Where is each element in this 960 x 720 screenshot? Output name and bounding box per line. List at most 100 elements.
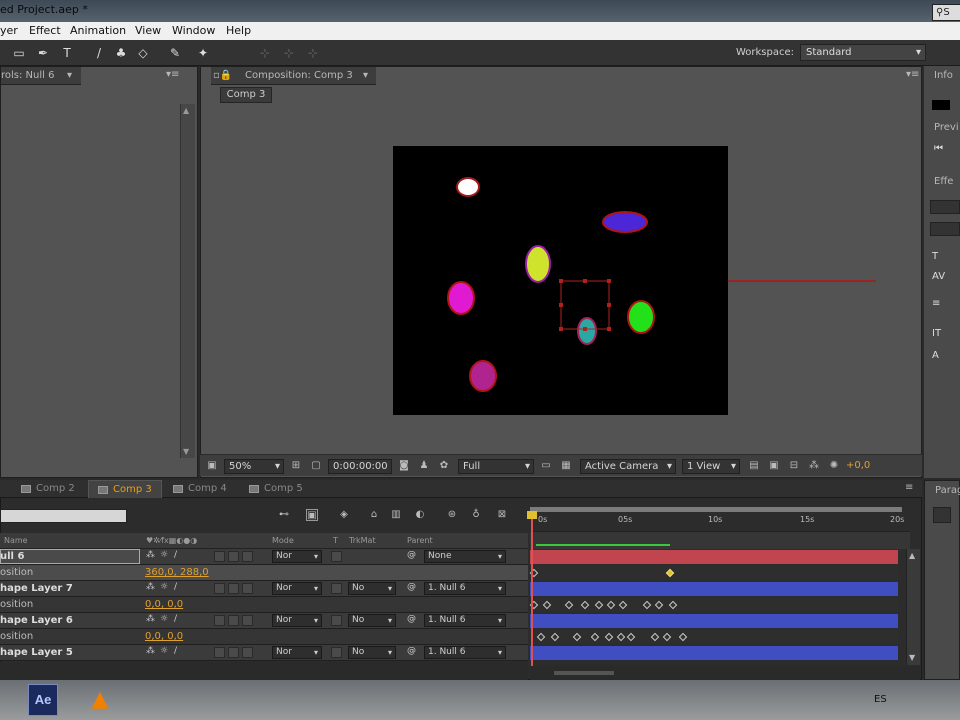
magenta-ellipse-shape[interactable] xyxy=(447,281,475,315)
preserve-transparency-box[interactable] xyxy=(331,647,342,658)
font-style-field[interactable] xyxy=(930,222,960,236)
roto-brush-tool-icon[interactable]: ✎ xyxy=(166,44,184,62)
live-update-icon[interactable]: ▣ xyxy=(306,509,318,521)
flowchart-icon[interactable]: ⁂ xyxy=(808,460,820,472)
fast-previews-icon[interactable]: ▣ xyxy=(768,460,780,472)
panel-menu-icon[interactable]: ▾≡ xyxy=(906,69,919,80)
shape-layer-6-bar[interactable] xyxy=(530,614,898,628)
comp-mini-flowchart-icon[interactable]: ⊷ xyxy=(274,509,294,521)
shape-layer-7-bar[interactable] xyxy=(530,582,898,596)
effect-controls-tab[interactable]: rols: Null 6 ▾ xyxy=(1,67,81,85)
switch-box[interactable] xyxy=(228,583,239,594)
tab-comp-2[interactable]: Comp 2 xyxy=(12,480,86,498)
comp-breadcrumb[interactable]: Comp 3 xyxy=(220,87,272,103)
transparency-grid-icon[interactable]: ▦ xyxy=(560,460,572,472)
shy-switch-icon[interactable]: ⁂ xyxy=(146,646,155,656)
effects-presets-tab[interactable]: Effe xyxy=(934,176,953,187)
hide-icon[interactable]: ⊠ xyxy=(496,509,508,521)
shy-switch-icon[interactable]: ⁂ xyxy=(146,614,155,624)
draft-3d-icon[interactable]: ◈ xyxy=(338,509,350,521)
timeline-scrollbar[interactable]: ▲ ▼ xyxy=(906,549,920,665)
collapse-switch-icon[interactable]: ☼ xyxy=(160,646,168,656)
menu-layer[interactable]: yer xyxy=(0,24,18,37)
quality-switch-icon[interactable]: / xyxy=(174,550,177,560)
pick-whip-icon[interactable]: @ xyxy=(407,646,416,656)
menu-view[interactable]: View xyxy=(135,24,161,37)
switch-box[interactable] xyxy=(242,647,253,658)
brush-tool-icon[interactable]: / xyxy=(90,44,108,62)
column-mode[interactable]: Mode xyxy=(272,536,294,545)
tab-comp-4[interactable]: Comp 4 xyxy=(164,480,238,498)
parent-select[interactable]: None ▾ xyxy=(424,550,506,563)
scroll-down-icon[interactable]: ▼ xyxy=(183,447,189,456)
property-value[interactable]: 360,0, 288,0 xyxy=(145,567,209,578)
playhead-handle[interactable] xyxy=(527,511,537,519)
pick-whip-icon[interactable]: @ xyxy=(407,614,416,624)
camera-view-select[interactable]: Active Camera ▾ xyxy=(580,459,676,474)
current-time-indicator[interactable] xyxy=(527,511,537,670)
switch-box[interactable] xyxy=(228,551,239,562)
menu-help[interactable]: Help xyxy=(226,24,251,37)
green-ellipse-shape[interactable] xyxy=(627,300,655,334)
text-tool-icon[interactable]: T xyxy=(58,44,76,62)
layer-row-shape-layer-5[interactable]: hape Layer 5 ⁂ ☼ / Nor ▾ No ▾ @ 1. Null 6 ▾ xyxy=(0,645,528,661)
view-layout-select[interactable]: 1 View ▾ xyxy=(682,459,740,474)
column-parent[interactable]: Parent xyxy=(407,536,433,545)
region-of-interest-icon[interactable]: ▭ xyxy=(540,460,552,472)
current-time-field[interactable]: 0:00:00:00 xyxy=(328,459,392,474)
shape-layer-5-bar[interactable] xyxy=(530,646,898,660)
shy-switch-icon[interactable]: ⁂ xyxy=(146,550,155,560)
purple-ellipse-shape[interactable] xyxy=(469,360,497,392)
trkmat-select[interactable]: No ▾ xyxy=(348,614,396,627)
property-row-position[interactable]: osition 0,0, 0,0 xyxy=(0,597,528,613)
column-t[interactable]: T xyxy=(333,536,338,545)
pen-tool-icon[interactable]: ✒ xyxy=(34,44,52,62)
quality-switch-icon[interactable]: / xyxy=(174,646,177,656)
info-tab[interactable]: Info xyxy=(934,70,953,81)
switch-box[interactable] xyxy=(214,583,225,594)
switch-box[interactable] xyxy=(214,647,225,658)
grid-overlay-icon[interactable]: ⊞ xyxy=(290,460,302,472)
layer-row-shape-layer-6[interactable]: hape Layer 6 ⁂ ☼ / Nor ▾ No ▾ @ 1. Null 6 ▾ xyxy=(0,613,528,629)
collapse-switch-icon[interactable]: ☼ xyxy=(160,582,168,592)
quality-switch-icon[interactable]: / xyxy=(174,614,177,624)
switch-box[interactable] xyxy=(214,551,225,562)
timeline-icon[interactable]: ⊟ xyxy=(788,460,800,472)
mode-select[interactable]: Nor ▾ xyxy=(272,646,322,659)
menu-window[interactable]: Window xyxy=(172,24,215,37)
layer-row-null-6[interactable]: ull 6 ⁂ ☼ / Nor ▾ @ None ▾ xyxy=(0,549,528,565)
scroll-down-icon[interactable]: ▼ xyxy=(909,653,918,663)
language-indicator[interactable]: ES xyxy=(874,694,887,705)
scroll-up-icon[interactable]: ▲ xyxy=(183,106,189,115)
property-row-position[interactable]: osition 0,0, 0,0 xyxy=(0,629,528,645)
parent-select[interactable]: 1. Null 6 ▾ xyxy=(424,614,506,627)
preserve-transparency-box[interactable] xyxy=(331,583,342,594)
composition-canvas[interactable] xyxy=(393,146,728,415)
workspace-select[interactable]: Standard ▾ xyxy=(800,44,926,61)
tab-comp-5[interactable]: Comp 5 xyxy=(240,480,314,498)
parent-select[interactable]: 1. Null 6 ▾ xyxy=(424,582,506,595)
menu-effect[interactable]: Effect xyxy=(29,24,61,37)
switch-box[interactable] xyxy=(228,615,239,626)
clone-stamp-tool-icon[interactable]: ♣ xyxy=(112,44,130,62)
always-preview-icon[interactable]: ▣ xyxy=(206,460,218,472)
vlc-cone-icon[interactable]: ▲ xyxy=(84,684,116,716)
switch-box[interactable] xyxy=(242,583,253,594)
pick-whip-icon[interactable]: @ xyxy=(407,582,416,592)
trkmat-select[interactable]: No ▾ xyxy=(348,646,396,659)
resolution-select[interactable]: Full ▾ xyxy=(458,459,534,474)
preserve-transparency-box[interactable] xyxy=(331,615,342,626)
exposure-icon[interactable]: ✺ xyxy=(828,460,840,472)
motion-blur-icon[interactable]: ◐ xyxy=(414,509,426,521)
align-left-icon[interactable] xyxy=(933,507,951,523)
tab-comp-3[interactable]: Comp 3 xyxy=(88,480,162,498)
graph-editor-icon[interactable]: ⊛ xyxy=(446,509,458,521)
property-value[interactable]: 0,0, 0,0 xyxy=(145,599,183,610)
collapse-switch-icon[interactable]: ☼ xyxy=(160,550,168,560)
panel-menu-icon[interactable]: ≡ xyxy=(905,482,913,493)
white-circle-shape[interactable] xyxy=(456,177,480,197)
switch-box[interactable] xyxy=(242,551,253,562)
shy-layers-icon[interactable]: ⌂ xyxy=(368,509,380,521)
switch-box[interactable] xyxy=(242,615,253,626)
brainstorm-icon[interactable]: ♁ xyxy=(470,509,482,521)
